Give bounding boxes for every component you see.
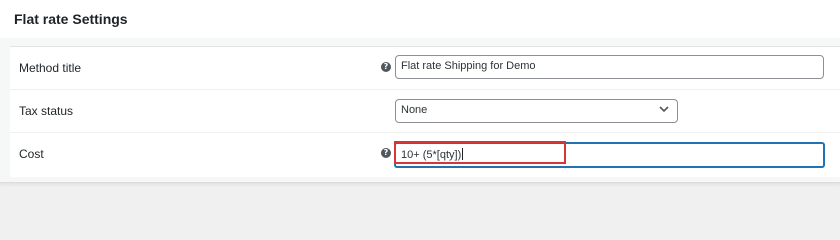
method-title-row: Method title ? Flat rate Shipping for De… [10,47,840,90]
method-title-label: Method title [19,61,82,75]
flat-rate-settings-modal: Flat rate Settings Method title ? Flat r… [0,0,840,183]
tax-status-row: Tax status None [10,90,840,133]
cost-label: Cost [19,147,44,161]
settings-form: Method title ? Flat rate Shipping for De… [10,46,840,177]
tax-status-selected: None [401,104,428,116]
chevron-down-icon [659,106,669,113]
cost-input[interactable]: 10+ (5*[qty]) [395,143,824,167]
cost-value: 10+ (5*[qty]) [401,149,462,161]
method-title-input[interactable]: Flat rate Shipping for Demo [395,55,824,79]
cost-row: Cost ? 10+ (5*[qty]) [10,133,840,175]
cost-value-wrap: 10+ (5*[qty]) [401,148,464,161]
help-tip-icon[interactable]: ? [381,62,391,72]
modal-body: Method title ? Flat rate Shipping for De… [0,38,840,182]
modal-header: Flat rate Settings [0,0,840,39]
method-title-value: Flat rate Shipping for Demo [401,60,536,72]
tax-status-label: Tax status [19,104,74,118]
modal-title: Flat rate Settings [14,11,128,27]
text-caret [462,148,464,160]
help-tip-icon[interactable]: ? [381,148,391,158]
tax-status-select[interactable]: None [395,99,678,123]
